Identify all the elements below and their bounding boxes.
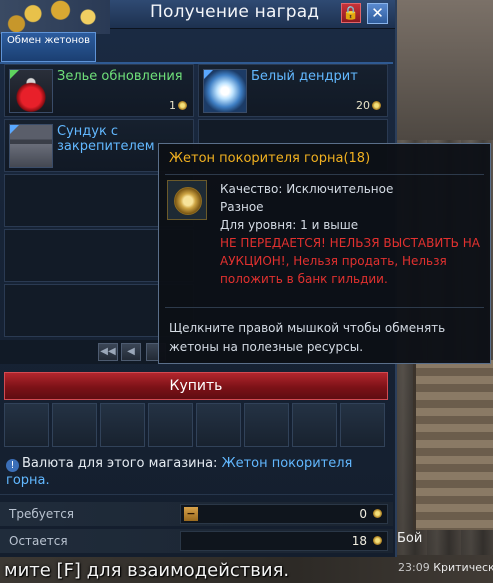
- white-dendrite-icon: [203, 69, 247, 113]
- token-coin-icon: [178, 101, 187, 110]
- cost-slot: [100, 403, 145, 447]
- cost-slot: [52, 403, 97, 447]
- item-tooltip: Жетон покорителя горна(18) Качество: Иск…: [158, 143, 491, 364]
- divider: [0, 494, 393, 495]
- prev-page-icon[interactable]: ◀: [121, 343, 141, 361]
- required-label: Требуется: [9, 507, 75, 521]
- combat-text: Критически: [433, 561, 493, 574]
- info-icon: !: [6, 459, 19, 472]
- item-name: Белый дендрит: [251, 69, 358, 84]
- divider: [165, 174, 484, 175]
- restriction-3: положить в банк гильдии.: [220, 272, 388, 286]
- quality: Качество: Исключительное: [220, 182, 394, 196]
- item-type: Разное: [220, 200, 264, 214]
- background-wall: [393, 0, 493, 140]
- description-line: Щелкните правой мышкой чтобы обменять: [169, 321, 446, 335]
- lock-icon[interactable]: 🔒: [341, 3, 361, 23]
- required-row: Требуется − 0: [0, 502, 393, 526]
- remaining-label: Остается: [9, 534, 68, 548]
- token-coin-icon: [174, 187, 202, 215]
- currency-info: ! Валюта для этого магазина: Жетон покори…: [6, 455, 391, 489]
- item-name: Зелье обновления: [57, 69, 183, 84]
- token-coin-icon: [373, 509, 382, 518]
- buy-button[interactable]: Купить: [4, 372, 388, 400]
- shop-item-slot[interactable]: Белый дендрит 20: [198, 64, 388, 117]
- remaining-row: Остается 18: [0, 529, 393, 553]
- description-line: жетоны на полезные ресурсы.: [169, 340, 364, 354]
- cost-slot: [244, 403, 289, 447]
- background-pillar: [413, 360, 493, 530]
- cost-slot: [340, 403, 385, 447]
- divider: [165, 307, 484, 308]
- minus-icon[interactable]: −: [184, 507, 198, 521]
- cost-slot: [148, 403, 193, 447]
- restriction-1: НЕ ПЕРЕДАЕТСЯ! НЕЛЬЗЯ ВЫСТАВИТЬ НА: [220, 236, 480, 250]
- remaining-value: 18: [351, 534, 367, 548]
- grade-marker: [204, 70, 213, 79]
- cost-slot: [292, 403, 337, 447]
- interaction-hint: мите [F] для взаимодействия.: [4, 560, 290, 581]
- required-value: 0: [359, 507, 367, 521]
- cost-slot: [4, 403, 49, 447]
- coins-decoration-icon: [0, 0, 110, 34]
- token-icon: [167, 180, 207, 220]
- window-title: Получение наград: [150, 2, 320, 22]
- cost-slots: [4, 403, 388, 447]
- tooltip-description: Щелкните правой мышкой чтобы обменять же…: [169, 319, 484, 357]
- first-page-icon[interactable]: ◀◀: [98, 343, 118, 361]
- item-name: Сундук с закрепителем: [57, 124, 155, 154]
- shop-item-slot[interactable]: Зелье обновления 1: [4, 64, 194, 117]
- level-requirement: Для уровня: 1 и выше: [220, 218, 359, 232]
- item-price: 20: [356, 99, 381, 112]
- chest-icon: [9, 124, 53, 168]
- grade-marker: [10, 125, 19, 134]
- token-coin-icon: [373, 536, 382, 545]
- currency-prefix: Валюта для этого магазина:: [22, 456, 218, 471]
- combat-label: Бой: [397, 531, 423, 546]
- remaining-field: 18: [180, 531, 388, 551]
- tooltip-details: Качество: Исключительное Разное Для уров…: [220, 180, 486, 288]
- potion-icon: [9, 69, 53, 113]
- tab-token-exchange[interactable]: Обмен жетонов: [1, 32, 96, 62]
- cost-slot: [196, 403, 241, 447]
- grade-marker: [10, 70, 19, 79]
- titlebar[interactable]: Получение наград 🔒 ✕: [0, 0, 395, 34]
- combat-time: 23:09: [398, 561, 430, 574]
- tooltip-title: Жетон покорителя горна(18): [169, 151, 371, 166]
- restriction-2: АУКЦИОН!, Нельзя продать, Нельзя: [220, 254, 447, 268]
- item-price: 1: [169, 99, 187, 112]
- required-field: − 0: [180, 504, 388, 524]
- combat-log: 23:09 Критически: [398, 561, 493, 574]
- token-coin-icon: [372, 101, 381, 110]
- close-button[interactable]: ✕: [367, 3, 388, 24]
